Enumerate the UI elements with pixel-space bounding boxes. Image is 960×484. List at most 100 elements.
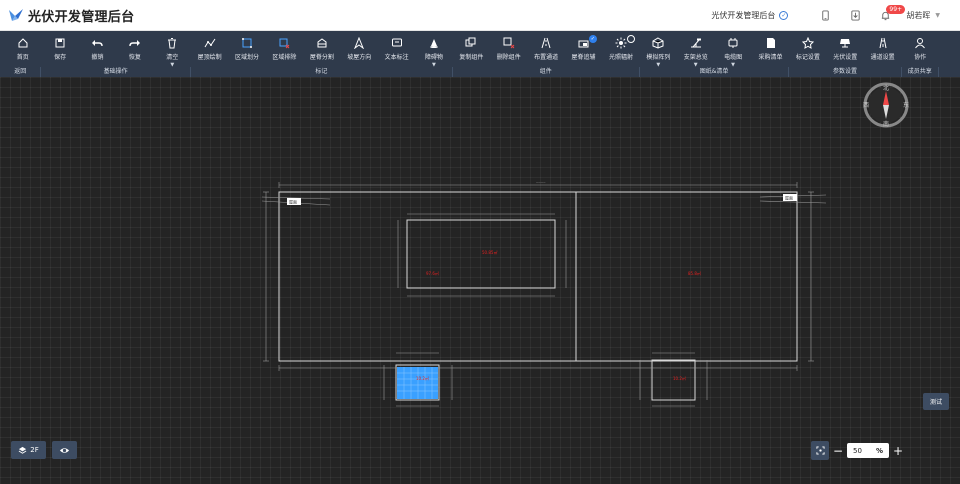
star-icon — [801, 37, 814, 49]
tool-label: 标记设置 — [795, 54, 820, 61]
dimension-values: ———— — [536, 181, 546, 184]
obstacle-icon — [429, 39, 438, 48]
svg-text:————: ———— — [536, 181, 546, 184]
area-remove-icon — [279, 38, 290, 49]
area-label-small: 10.2㎡ — [673, 375, 686, 381]
user-menu[interactable]: 胡若晖 ▼ — [906, 10, 940, 21]
tenant-switcher[interactable]: 光伏开发管理后台 ✓ — [711, 10, 789, 21]
cable-icon — [728, 38, 738, 48]
download-button[interactable] — [840, 0, 870, 31]
channel-icon — [541, 37, 551, 49]
tool-label: 通道设置 — [870, 54, 895, 61]
tool-label: 坡屋方向 — [347, 54, 372, 61]
dimension-lines — [261, 182, 827, 407]
logo[interactable]: 光伏开发管理后台 — [8, 6, 134, 25]
tool-label: 复制组件 — [459, 54, 484, 61]
app-title: 光伏开发管理后台 — [28, 9, 135, 25]
tool-label: 文本标注 — [384, 54, 409, 61]
floor-plan[interactable]: ———— 屋面 屋面 50.85㎡ 97.6㎡ 85.8㎡ 10.2㎡ 10.2… — [0, 77, 960, 484]
toolbar-groups: 返回 基础操作 标记 组件 图纸&清单 参数设置 成员共享 — [0, 67, 960, 77]
area-icon — [242, 38, 253, 48]
user-icon — [915, 38, 925, 49]
sun-icon — [615, 37, 627, 49]
tool-label: 采购清单 — [758, 54, 783, 61]
direction-icon — [354, 37, 365, 49]
undo-icon — [92, 40, 104, 47]
text-note-icon — [391, 38, 402, 47]
mobile-icon — [822, 10, 829, 21]
floor-selector[interactable]: 2F — [11, 441, 46, 459]
compass-icon: 北 南 东 西 — [863, 82, 909, 128]
check-badge-icon: ✓ — [588, 35, 597, 43]
zoom-control: − 50 % + — [811, 441, 912, 460]
roof-tag-left[interactable]: 屋面 — [287, 198, 301, 205]
status-ring-icon — [627, 35, 636, 43]
redo-icon — [129, 40, 140, 47]
bracket-icon — [690, 38, 701, 48]
zoom-unit: % — [875, 446, 883, 455]
bird-logo-icon — [9, 9, 23, 21]
tool-label: 保存 — [54, 54, 67, 61]
save-icon — [55, 38, 65, 48]
svg-text:屋面: 屋面 — [785, 195, 793, 201]
roof-tag-right[interactable]: 屋面 — [783, 194, 797, 201]
pv-panel-icon — [840, 39, 851, 48]
zoom-in-button[interactable]: + — [889, 441, 907, 460]
download-icon — [851, 10, 860, 21]
tool-label: 恢复 — [128, 54, 141, 61]
toolbar-group-label: 基础操作 — [41, 67, 191, 77]
copy-icon — [465, 37, 476, 47]
toolbar-group-label: 成员共享 — [902, 67, 939, 77]
home-icon — [18, 38, 28, 48]
area-label-right-room: 85.8㎡ — [688, 270, 701, 276]
floor-label: 2F — [30, 446, 39, 454]
trash-icon — [168, 38, 177, 49]
tool-label: 障碍物 — [424, 54, 443, 61]
zoom-out-button[interactable]: − — [829, 441, 847, 460]
zoom-input[interactable]: 50 % — [847, 443, 889, 458]
tool-label: 协作 — [914, 54, 927, 61]
eye-icon — [59, 447, 70, 453]
tool-label: 屋顶绘制 — [197, 54, 222, 61]
visibility-toggle[interactable] — [52, 441, 77, 459]
fit-view-button[interactable] — [811, 441, 829, 460]
tool-label: 首页 — [16, 54, 29, 61]
svg-text:西: 西 — [863, 102, 869, 109]
tool-label: 删除组件 — [496, 54, 521, 61]
roof-aux-icon — [578, 40, 589, 48]
toolbar-group-label: 返回 — [0, 67, 42, 77]
tool-label: 屋脊分割 — [309, 54, 334, 61]
tool-label: 电缆图 — [724, 54, 743, 61]
tool-label: 光伏设置 — [833, 54, 858, 61]
drawing-canvas[interactable]: ———— 屋面 屋面 50.85㎡ 97.6㎡ 85.8㎡ 10.2㎡ 10.2… — [0, 77, 960, 484]
toolbar-group-label: 参数设置 — [789, 67, 902, 77]
svg-text:北: 北 — [883, 84, 889, 92]
svg-text:南: 南 — [883, 120, 889, 128]
toolbar-group-label: 标记 — [191, 67, 453, 77]
tool-label: 屋脊追辅 — [571, 54, 596, 61]
top-bar: 光伏开发管理后台 光伏开发管理后台 ✓ 99+ 胡若晖 ▼ — [0, 0, 960, 31]
road-icon — [879, 37, 887, 49]
tool-label: 清空 — [166, 54, 179, 61]
roof-split-icon — [317, 38, 327, 48]
chevron-down-icon: ▼ — [935, 12, 940, 19]
verified-icon: ✓ — [779, 11, 789, 20]
tool-label: 区域排除 — [272, 54, 297, 61]
layers-icon — [18, 446, 27, 454]
notification-button[interactable]: 99+ — [870, 0, 906, 31]
tool-label: 区域划分 — [235, 54, 260, 61]
tool-label: 模拟阵列 — [646, 54, 671, 61]
user-name: 胡若晖 — [906, 11, 931, 20]
toolbar-group-label: 组件 — [453, 67, 640, 77]
tool-label: 光照辐射 — [608, 54, 633, 61]
area-label-panel: 10.2㎡ — [416, 375, 429, 381]
mobile-button[interactable] — [810, 0, 840, 31]
polyline-icon — [204, 38, 216, 48]
svg-text:屋面: 屋面 — [289, 199, 297, 205]
fit-screen-icon — [815, 446, 825, 455]
document-icon — [766, 38, 775, 48]
test-button[interactable]: 测试 — [923, 393, 949, 410]
svg-text:东: 东 — [903, 101, 909, 109]
module-icon — [652, 37, 664, 49]
tool-label: 布置通道 — [534, 54, 559, 61]
